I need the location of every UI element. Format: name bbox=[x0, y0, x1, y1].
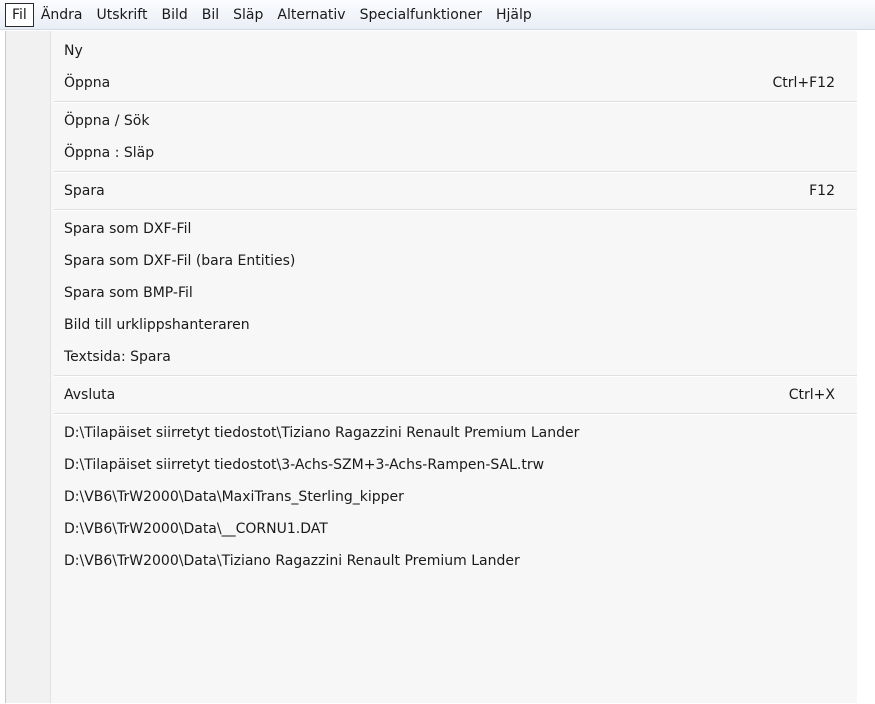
menu-item-label: Bild till urklippshanteraren bbox=[64, 317, 250, 333]
menu-item-label: Textsida: Spara bbox=[64, 349, 171, 365]
menu-item-list: Ny Öppna Ctrl+F12 Öppna / Sök Öppna : Sl… bbox=[6, 35, 857, 577]
recent-file-item[interactable]: D:\VB6\TrW2000\Data\MaxiTrans_Sterling_k… bbox=[6, 481, 857, 513]
menu-item-spara-dxf-entities[interactable]: Spara som DXF-Fil (bara Entities) bbox=[6, 245, 857, 277]
recent-file-item[interactable]: D:\VB6\TrW2000\Data\__CORNU1.DAT bbox=[6, 513, 857, 545]
menu-item-label: Öppna : Släp bbox=[64, 145, 155, 161]
menu-item-shortcut: Ctrl+X bbox=[788, 387, 835, 403]
menu-item-label: D:\Tilapäiset siirretyt tiedostot\Tizian… bbox=[64, 425, 580, 441]
menu-separator bbox=[54, 171, 857, 173]
menu-item-spara-dxf[interactable]: Spara som DXF-Fil bbox=[6, 213, 857, 245]
menu-item-label: D:\VB6\TrW2000\Data\Tiziano Ragazzini Re… bbox=[64, 553, 520, 569]
menu-item-label: Spara som DXF-Fil bbox=[64, 221, 192, 237]
menu-andra[interactable]: Ändra bbox=[34, 3, 90, 27]
menu-slap[interactable]: Släp bbox=[226, 3, 270, 27]
menu-bar: Fil Ändra Utskrift Bild Bil Släp Alterna… bbox=[0, 0, 875, 30]
menu-item-bild-urklipp[interactable]: Bild till urklippshanteraren bbox=[6, 309, 857, 341]
menu-item-label: D:\VB6\TrW2000\Data\MaxiTrans_Sterling_k… bbox=[64, 489, 404, 505]
menu-item-oppna[interactable]: Öppna Ctrl+F12 bbox=[6, 67, 857, 99]
menu-item-label: Avsluta bbox=[64, 387, 116, 403]
menu-item-shortcut: F12 bbox=[809, 183, 835, 199]
menu-item-label: Öppna bbox=[64, 75, 111, 91]
menu-item-avsluta[interactable]: Avsluta Ctrl+X bbox=[6, 379, 857, 411]
menu-item-spara[interactable]: Spara F12 bbox=[6, 175, 857, 207]
menu-separator bbox=[54, 101, 857, 103]
recent-file-item[interactable]: D:\Tilapäiset siirretyt tiedostot\3-Achs… bbox=[6, 449, 857, 481]
menu-separator bbox=[54, 413, 857, 415]
menu-separator bbox=[54, 375, 857, 377]
menu-specialfunktioner[interactable]: Specialfunktioner bbox=[353, 3, 489, 27]
menu-item-ny[interactable]: Ny bbox=[6, 35, 857, 67]
menu-hjalp[interactable]: Hjälp bbox=[489, 3, 539, 27]
menu-item-label: D:\Tilapäiset siirretyt tiedostot\3-Achs… bbox=[64, 457, 545, 473]
menu-alternativ[interactable]: Alternativ bbox=[270, 3, 352, 27]
menu-item-textsida-spara[interactable]: Textsida: Spara bbox=[6, 341, 857, 373]
recent-file-item[interactable]: D:\VB6\TrW2000\Data\Tiziano Ragazzini Re… bbox=[6, 545, 857, 577]
menu-item-shortcut: Ctrl+F12 bbox=[772, 75, 835, 91]
menu-separator bbox=[54, 209, 857, 211]
menu-fil[interactable]: Fil bbox=[5, 2, 34, 27]
menu-item-spara-bmp[interactable]: Spara som BMP-Fil bbox=[6, 277, 857, 309]
menu-item-label: Spara bbox=[64, 183, 105, 199]
menu-bild[interactable]: Bild bbox=[154, 3, 194, 27]
menu-item-label: Spara som DXF-Fil (bara Entities) bbox=[64, 253, 296, 269]
menu-item-oppna-sok[interactable]: Öppna / Sök bbox=[6, 105, 857, 137]
fil-dropdown-menu: Ny Öppna Ctrl+F12 Öppna / Sök Öppna : Sl… bbox=[5, 31, 857, 703]
menu-item-label: D:\VB6\TrW2000\Data\__CORNU1.DAT bbox=[64, 521, 328, 537]
menu-item-label: Ny bbox=[64, 43, 83, 59]
recent-file-item[interactable]: D:\Tilapäiset siirretyt tiedostot\Tizian… bbox=[6, 417, 857, 449]
menu-bil[interactable]: Bil bbox=[195, 3, 226, 27]
menu-utskrift[interactable]: Utskrift bbox=[90, 3, 155, 27]
menu-item-label: Öppna / Sök bbox=[64, 113, 150, 129]
menu-item-label: Spara som BMP-Fil bbox=[64, 285, 193, 301]
menu-item-oppna-slap[interactable]: Öppna : Släp bbox=[6, 137, 857, 169]
